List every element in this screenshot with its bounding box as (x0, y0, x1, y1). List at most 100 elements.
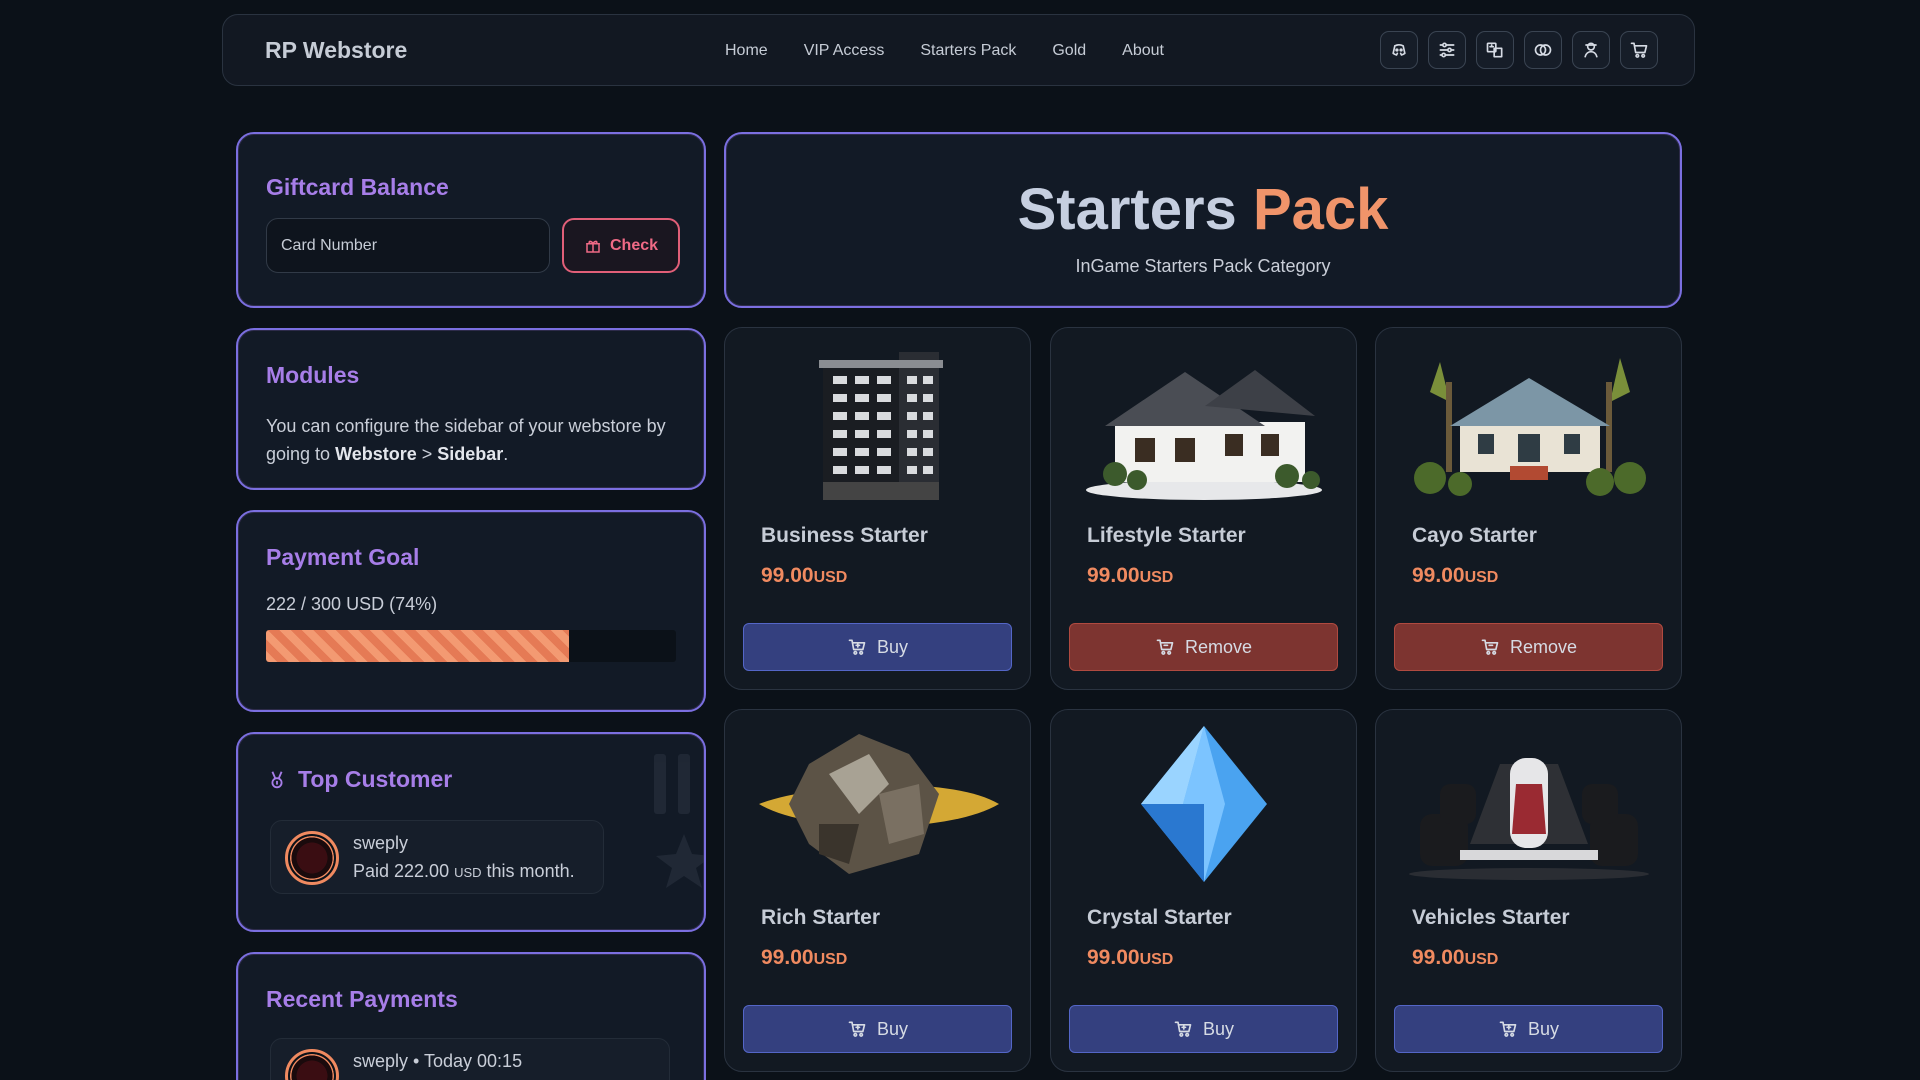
gokart-image (1400, 724, 1658, 884)
nav-link-home[interactable]: Home (725, 42, 768, 60)
price-value: 99.00 (1412, 564, 1465, 587)
product-price: 99.00USD (761, 946, 847, 970)
cart-plus-icon (848, 1021, 866, 1037)
buy-button[interactable]: Buy (1069, 1005, 1338, 1053)
price-currency: USD (1464, 951, 1499, 968)
product-price: 99.00USD (1087, 946, 1173, 970)
payment-goal-title: Payment Goal (266, 544, 420, 570)
product-card-lifestyle[interactable]: Lifestyle Starter 99.00USD Remove (1050, 327, 1357, 690)
gift-icon (586, 240, 600, 253)
modules-webstore: Webstore (335, 444, 417, 464)
cart-remove-icon (1481, 639, 1499, 655)
lifestyle-house-image (1075, 342, 1333, 502)
product-name: Business Starter (761, 524, 928, 547)
discord-button[interactable] (1380, 31, 1418, 69)
business-building-image (749, 342, 1007, 502)
modules-sidebar: Sidebar (437, 444, 504, 464)
title-part-starters: Starters (1017, 177, 1237, 242)
recent-payment-entry[interactable]: sweply • Today 00:15 (270, 1038, 670, 1080)
recent-payments-card: Recent Payments sweply • Today 00:15 (236, 952, 706, 1080)
check-button[interactable]: Check (562, 218, 680, 273)
title-part-pack: Pack (1252, 177, 1389, 242)
avatar (285, 831, 339, 885)
discord-icon (1392, 44, 1406, 56)
product-name: Crystal Starter (1087, 906, 1232, 929)
buy-label: Buy (876, 636, 909, 657)
language-button[interactable] (1476, 31, 1514, 69)
product-price: 99.00USD (1412, 564, 1498, 588)
product-card-crystal[interactable]: Crystal Starter 99.00USD Buy (1050, 709, 1357, 1072)
cart-button[interactable] (1620, 31, 1658, 69)
modules-card: Modules You can configure the sidebar of… (236, 328, 706, 490)
account-button[interactable] (1572, 31, 1610, 69)
buy-label: Buy (1202, 1018, 1235, 1039)
product-price: 99.00USD (761, 564, 847, 588)
payment-goal-progress-bar (266, 630, 676, 662)
buy-button[interactable]: Buy (1394, 1005, 1663, 1053)
top-customer-title: Top Customer (298, 766, 453, 792)
trophy-decor-icon (654, 754, 704, 888)
currency-button[interactable] (1524, 31, 1562, 69)
category-hero: Starters Pack InGame Starters Pack Categ… (724, 132, 1682, 308)
cart-icon (1630, 42, 1648, 58)
product-name: Rich Starter (761, 906, 881, 929)
remove-button[interactable]: Remove (1069, 623, 1338, 671)
nav-link-vip-access[interactable]: VIP Access (804, 42, 885, 60)
check-label: Check (609, 236, 659, 254)
remove-label: Remove (1509, 636, 1578, 657)
settings-button[interactable] (1428, 31, 1466, 69)
modules-end: . (503, 444, 509, 464)
top-customer-card: Top Customer sweply Paid 222.00 USD this… (236, 732, 706, 932)
buy-button[interactable]: Buy (743, 623, 1012, 671)
product-name: Cayo Starter (1412, 524, 1537, 547)
page-title: Starters Pack (726, 176, 1680, 243)
paid-suffix: this month. (481, 861, 575, 881)
top-customer-header: Top Customer (266, 766, 452, 793)
cart-plus-icon (848, 639, 866, 655)
modules-title: Modules (266, 362, 360, 388)
medal-icon (271, 770, 283, 788)
buy-button[interactable]: Buy (743, 1005, 1012, 1053)
user-icon (1584, 42, 1598, 58)
buy-label: Buy (1527, 1018, 1560, 1039)
recent-payment-text: sweply • Today 00:15 (353, 1051, 523, 1071)
modules-text: You can configure the sidebar of your we… (266, 412, 686, 468)
product-price: 99.00USD (1087, 564, 1173, 588)
remove-button[interactable]: Remove (1394, 623, 1663, 671)
product-name: Vehicles Starter (1412, 906, 1570, 929)
sliders-icon (1439, 42, 1455, 58)
crystal-image (1075, 724, 1333, 884)
brand-logo[interactable]: RP Webstore (265, 37, 407, 64)
product-name: Lifestyle Starter (1087, 524, 1246, 547)
card-number-input[interactable] (266, 218, 550, 273)
currency-icon (1534, 44, 1552, 56)
page-subtitle: InGame Starters Pack Category (1075, 256, 1331, 276)
customer-paid: Paid 222.00 USD this month. (353, 861, 575, 882)
price-value: 99.00 (761, 564, 814, 587)
price-value: 99.00 (1087, 946, 1140, 969)
product-card-vehicles[interactable]: Vehicles Starter 99.00USD Buy (1375, 709, 1682, 1072)
payment-goal-card: Payment Goal 222 / 300 USD (74%) (236, 510, 706, 712)
nav-link-gold[interactable]: Gold (1052, 42, 1086, 60)
price-currency: USD (813, 569, 848, 586)
product-card-business[interactable]: Business Starter 99.00USD Buy (724, 327, 1031, 690)
payment-goal-text: 222 / 300 USD (74%) (266, 594, 438, 614)
nav-link-about[interactable]: About (1122, 42, 1164, 60)
nav-links: Home VIP Access Starters Pack Gold About (725, 15, 1164, 87)
price-currency: USD (1464, 569, 1499, 586)
cart-remove-icon (1156, 639, 1174, 655)
price-value: 99.00 (1412, 946, 1465, 969)
nav-icon-group (1380, 31, 1658, 69)
remove-label: Remove (1184, 636, 1253, 657)
top-customer-entry[interactable]: sweply Paid 222.00 USD this month. (270, 820, 604, 894)
nav-link-starters-pack[interactable]: Starters Pack (920, 42, 1016, 60)
price-value: 99.00 (1087, 564, 1140, 587)
gold-ore-image (749, 724, 1007, 884)
product-card-cayo[interactable]: Cayo Starter 99.00USD Remove (1375, 327, 1682, 690)
product-card-rich[interactable]: Rich Starter 99.00USD Buy (724, 709, 1031, 1072)
giftcard-title: Giftcard Balance (266, 174, 449, 200)
price-value: 99.00 (761, 946, 814, 969)
cayo-house-image (1400, 342, 1658, 502)
cart-plus-icon (1174, 1021, 1192, 1037)
giftcard-card: Giftcard Balance Check (236, 132, 706, 308)
